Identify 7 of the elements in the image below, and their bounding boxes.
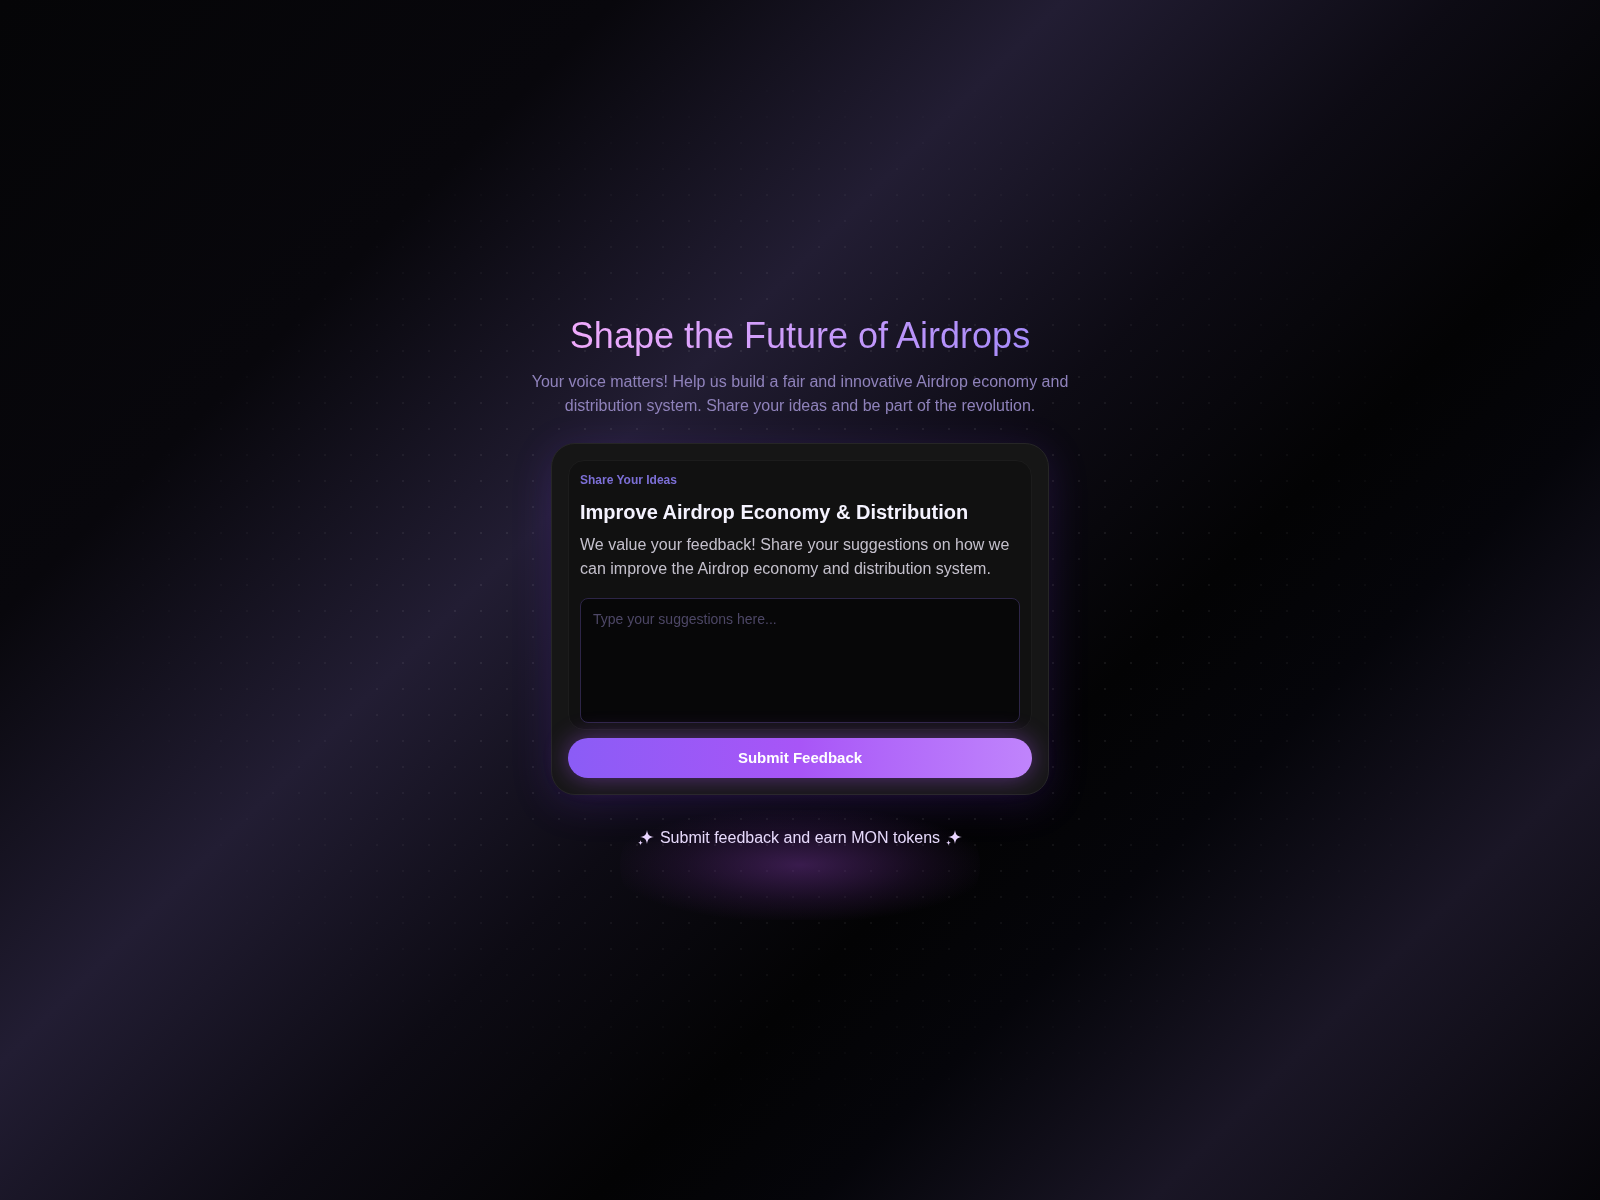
card-description: We value your feedback! Share your suggestions on how we can improve the Airdrop economy and distribution system.: [580, 535, 1011, 579]
suggestions-input[interactable]: Type your suggestions here...: [580, 598, 1020, 723]
submit-feedback-button[interactable]: Submit Feedback: [568, 738, 1032, 778]
reward-note: Submit feedback and earn MON tokens: [659, 828, 941, 848]
page-subtitle: Your voice matters! Help us build a fair and innovative Airdrop economy and distribution system. Share your ideas and be part of the revolution.: [530, 372, 1070, 416]
eyebrow-label: Share Your Ideas: [580, 472, 678, 488]
card-heading: Improve Airdrop Economy & Distribution: [580, 500, 970, 525]
